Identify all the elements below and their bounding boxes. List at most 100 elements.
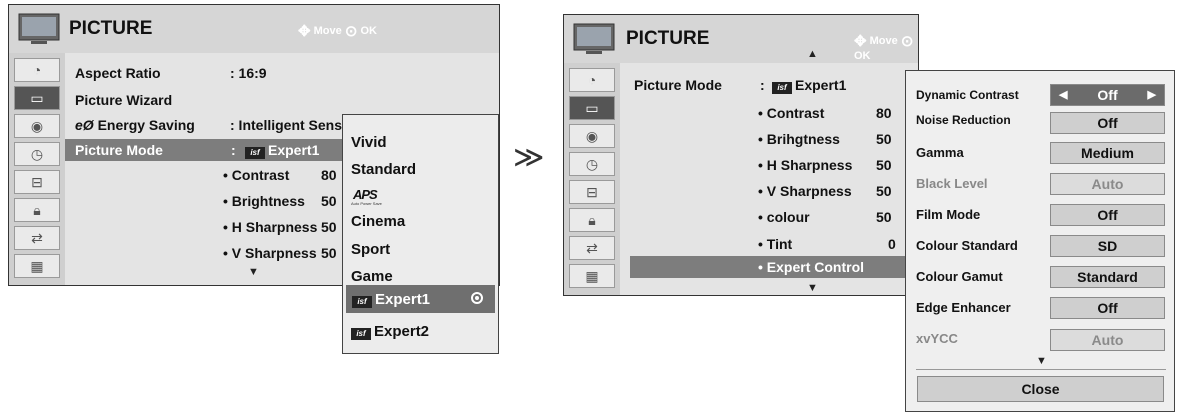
sidebar-audio-icon[interactable]: ◉ bbox=[569, 124, 615, 148]
menu-header: PICTURE ✥ Move ⊙ OK bbox=[9, 5, 499, 54]
menu-title-right: PICTURE bbox=[626, 28, 710, 49]
mode-option-aps[interactable]: APS Auto Power Save bbox=[351, 187, 391, 209]
picture-menu-right: PICTURE ▲ ✥ Move ⊙ OK ◔ ▭ ◉ ◷ ⊟ 🔒︎ ⇄ ▦ P… bbox=[563, 14, 920, 296]
tv-icon bbox=[573, 23, 615, 54]
mode-option-expert1[interactable]: isf Expert1 bbox=[346, 285, 495, 313]
close-button[interactable]: Close bbox=[917, 376, 1164, 402]
mode-option-sport[interactable]: Sport bbox=[351, 241, 390, 258]
colour-standard-value[interactable]: SD bbox=[1050, 235, 1165, 257]
picture-mode-value: isf Expert1 bbox=[245, 142, 319, 159]
sidebar-option-icon[interactable]: ⊟ bbox=[14, 170, 60, 194]
move-icon: ✥ bbox=[298, 23, 311, 40]
setting-v-sharpness-value: 50 bbox=[876, 183, 892, 199]
scroll-down-icon[interactable]: ▼ bbox=[248, 266, 259, 278]
brightness-value: 50 bbox=[321, 193, 337, 209]
colour-standard-label: Colour Standard bbox=[916, 238, 1018, 253]
sidebar-lock-icon[interactable]: 🔒︎ bbox=[14, 198, 60, 222]
menu-header-right: PICTURE ▲ ✥ Move ⊙ OK bbox=[564, 15, 918, 64]
sidebar-input-icon[interactable]: ⇄ bbox=[569, 236, 615, 260]
xvycc-value[interactable]: Auto bbox=[1050, 329, 1165, 351]
sidebar-usb-icon[interactable]: ▦ bbox=[569, 264, 615, 288]
expert-control-label: • Expert Control bbox=[758, 259, 865, 275]
arrow-right-icon[interactable]: ▶ bbox=[1148, 85, 1156, 105]
sidebar-picture-icon[interactable]: ▭ bbox=[14, 86, 60, 110]
picture-wizard-label[interactable]: Picture Wizard bbox=[75, 92, 172, 108]
expert-control-panel: Dynamic Contrast ◀ Off ▶ Noise Reduction… bbox=[905, 70, 1175, 412]
isf-badge-icon: isf bbox=[351, 328, 371, 340]
aspect-ratio-label[interactable]: Aspect Ratio bbox=[75, 65, 161, 81]
xvycc-label: xvYCC bbox=[916, 331, 958, 346]
gamma-label: Gamma bbox=[916, 145, 964, 160]
nav-hint-right: ✥ Move ⊙ OK bbox=[854, 33, 914, 62]
setting-v-sharpness-label[interactable]: • V Sharpness bbox=[758, 183, 852, 199]
contrast-value: 80 bbox=[321, 167, 337, 183]
picture-mode-value-right: isf Expert1 bbox=[772, 77, 846, 94]
picture-mode-label: Picture Mode bbox=[75, 142, 163, 158]
sidebar-time-icon[interactable]: ◷ bbox=[14, 142, 60, 166]
energy-saving-value: : Intelligent Senso bbox=[230, 117, 351, 133]
gamma-value[interactable]: Medium bbox=[1050, 142, 1165, 164]
sidebar-setup-icon[interactable]: ◔ bbox=[569, 68, 615, 92]
sidebar-lock-icon[interactable]: 🔒︎ bbox=[569, 208, 615, 232]
setting-colour-value: 50 bbox=[876, 209, 892, 225]
setting-brightness-value: 50 bbox=[876, 131, 892, 147]
mode-option-game[interactable]: Game bbox=[351, 268, 393, 285]
radio-selected-icon bbox=[471, 292, 483, 304]
edge-enhancer-value[interactable]: Off bbox=[1050, 297, 1165, 319]
mode-option-vivid[interactable]: Vivid bbox=[351, 134, 387, 151]
scroll-up-icon[interactable]: ▲ bbox=[807, 48, 818, 60]
aps-caption: Auto Power Save bbox=[351, 201, 382, 206]
setting-h-sharpness-value: 50 bbox=[876, 157, 892, 173]
sidebar-audio-icon[interactable]: ◉ bbox=[14, 114, 60, 138]
category-sidebar: ◔ ▭ ◉ ◷ ⊟ 🔒︎ ⇄ ▦ bbox=[9, 53, 66, 285]
film-mode-value[interactable]: Off bbox=[1050, 204, 1165, 226]
black-level-value[interactable]: Auto bbox=[1050, 173, 1165, 195]
isf-badge-icon: isf bbox=[352, 296, 372, 308]
colour-gamut-value[interactable]: Standard bbox=[1050, 266, 1165, 288]
mode-option-cinema[interactable]: Cinema bbox=[351, 213, 405, 230]
setting-contrast-label[interactable]: • Contrast bbox=[758, 105, 824, 121]
ok-icon: ⊙ bbox=[344, 23, 358, 40]
divider bbox=[916, 369, 1166, 370]
scroll-down-icon[interactable]: ▼ bbox=[1036, 355, 1047, 367]
category-sidebar-right: ◔ ▭ ◉ ◷ ⊟ 🔒︎ ⇄ ▦ bbox=[564, 63, 621, 295]
contrast-label[interactable]: • Contrast bbox=[223, 167, 289, 183]
ok-icon: ⊙ bbox=[900, 33, 914, 50]
aspect-ratio-value: : 16:9 bbox=[230, 65, 267, 81]
edge-enhancer-label: Edge Enhancer bbox=[916, 300, 1011, 315]
v-sharpness-label[interactable]: • V Sharpness bbox=[223, 245, 317, 261]
sidebar-usb-icon[interactable]: ▦ bbox=[14, 254, 60, 278]
mode-option-expert2[interactable]: isf Expert2 bbox=[351, 323, 429, 340]
sidebar-input-icon[interactable]: ⇄ bbox=[14, 226, 60, 250]
dynamic-contrast-label: Dynamic Contrast bbox=[916, 88, 1019, 102]
menu-content-right: Picture Mode : isf Expert1 • Contrast 80 … bbox=[620, 63, 920, 295]
dynamic-contrast-selector[interactable]: ◀ Off ▶ bbox=[1050, 84, 1165, 106]
sidebar-option-icon[interactable]: ⊟ bbox=[569, 180, 615, 204]
setting-brightness-label[interactable]: • Brihgtness bbox=[758, 131, 840, 147]
v-sharpness-value: 50 bbox=[321, 245, 337, 261]
energy-saving-row[interactable]: eØ Energy Saving bbox=[75, 117, 195, 133]
tv-icon bbox=[18, 13, 60, 44]
h-sharpness-label[interactable]: • H Sharpness bbox=[223, 219, 317, 235]
colour-gamut-label: Colour Gamut bbox=[916, 269, 1003, 284]
setting-h-sharpness-label[interactable]: • H Sharpness bbox=[758, 157, 852, 173]
setting-colour-label[interactable]: • colour bbox=[758, 209, 810, 225]
sidebar-setup-icon[interactable]: ◔ bbox=[14, 58, 60, 82]
next-step-chevron-icon: ≫ bbox=[513, 141, 545, 174]
isf-badge-icon: isf bbox=[772, 82, 792, 94]
sidebar-time-icon[interactable]: ◷ bbox=[569, 152, 615, 176]
h-sharpness-value: 50 bbox=[321, 219, 337, 235]
scroll-down-icon[interactable]: ▼ bbox=[807, 282, 818, 294]
picture-mode-dropdown: Vivid Standard APS Auto Power Save Cinem… bbox=[342, 114, 499, 354]
expert-control-row[interactable]: • Expert Control bbox=[630, 256, 920, 278]
setting-tint-label[interactable]: • Tint bbox=[758, 236, 792, 252]
brightness-label[interactable]: • Brightness bbox=[223, 193, 305, 209]
film-mode-label: Film Mode bbox=[916, 207, 981, 222]
sidebar-picture-icon[interactable]: ▭ bbox=[569, 96, 615, 120]
mode-option-standard[interactable]: Standard bbox=[351, 161, 416, 178]
noise-reduction-value[interactable]: Off bbox=[1050, 112, 1165, 134]
picture-mode-row[interactable]: Picture Mode : isf Expert1 bbox=[65, 139, 345, 161]
picture-mode-label-right[interactable]: Picture Mode bbox=[634, 77, 722, 93]
arrow-left-icon[interactable]: ◀ bbox=[1059, 85, 1067, 105]
picture-mode-colon: : bbox=[231, 142, 236, 158]
